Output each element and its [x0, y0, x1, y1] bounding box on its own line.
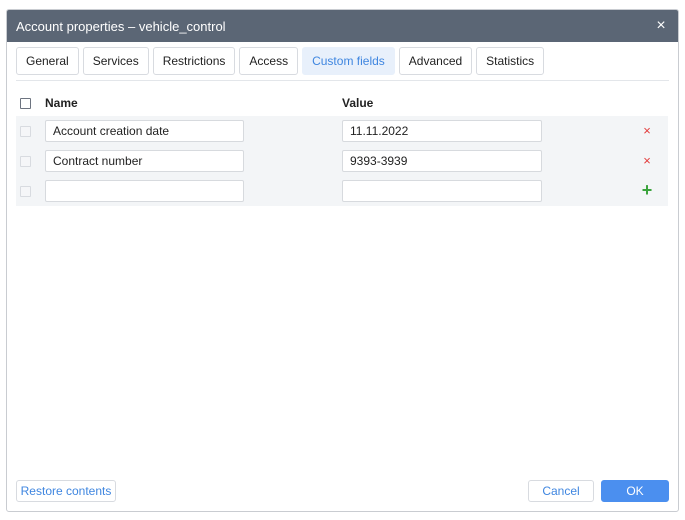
table-row: ×	[16, 146, 668, 176]
ok-button[interactable]: OK	[601, 480, 669, 502]
new-row: +	[16, 176, 668, 206]
value-field[interactable]	[342, 120, 542, 142]
dialog-title: Account properties – vehicle_control	[16, 18, 226, 34]
new-value-field[interactable]	[342, 180, 542, 202]
tab-restrictions[interactable]: Restrictions	[152, 47, 236, 75]
cancel-button[interactable]: Cancel	[528, 480, 594, 502]
new-name-field[interactable]	[45, 180, 244, 202]
row-checkbox[interactable]	[20, 186, 31, 197]
close-icon[interactable]: ×	[653, 18, 669, 34]
tab-statistics[interactable]: Statistics	[476, 47, 545, 75]
account-properties-dialog: Account properties – vehicle_control × G…	[6, 9, 679, 512]
dialog-titlebar: Account properties – vehicle_control ×	[7, 10, 678, 42]
column-header-value: Value	[342, 96, 374, 110]
table-header: Name Value	[16, 90, 668, 116]
name-field[interactable]	[45, 150, 244, 172]
tab-advanced[interactable]: Advanced	[398, 47, 473, 75]
select-all-checkbox[interactable]	[20, 98, 31, 109]
tab-access[interactable]: Access	[239, 47, 299, 75]
column-header-name: Name	[45, 96, 78, 110]
tab-custom-fields[interactable]: Custom fields	[302, 47, 395, 75]
table-row: ×	[16, 116, 668, 146]
tab-bar: General Services Restrictions Access Cus…	[16, 47, 669, 81]
value-field[interactable]	[342, 150, 542, 172]
add-icon[interactable]: +	[640, 181, 654, 199]
tab-services[interactable]: Services	[82, 47, 149, 75]
row-checkbox[interactable]	[20, 156, 31, 167]
remove-icon[interactable]: ×	[640, 152, 654, 170]
tab-general[interactable]: General	[16, 47, 79, 75]
row-checkbox[interactable]	[20, 126, 31, 137]
remove-icon[interactable]: ×	[640, 122, 654, 140]
name-field[interactable]	[45, 120, 244, 142]
restore-contents-button[interactable]: Restore contents	[16, 480, 116, 502]
custom-fields-table: Name Value × × +	[16, 90, 668, 206]
